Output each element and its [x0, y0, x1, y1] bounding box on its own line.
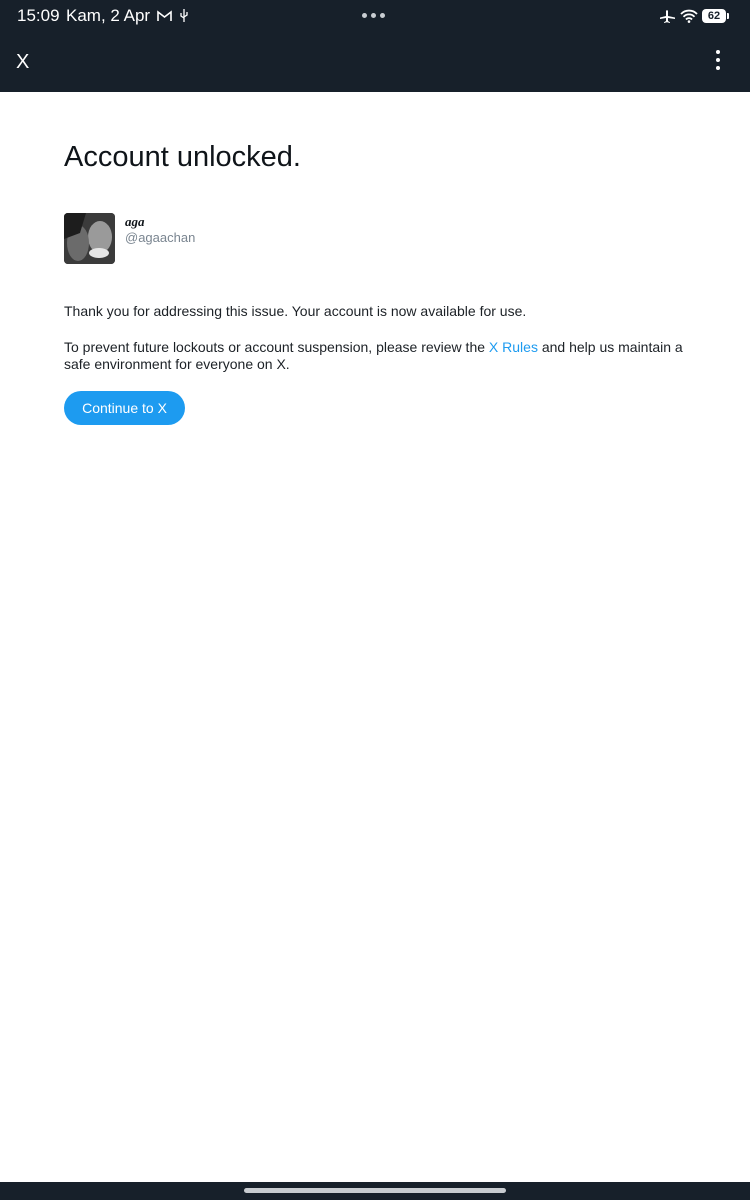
status-time: 15:09	[17, 6, 60, 25]
rules-message-text-start: To prevent future lockouts or account su…	[64, 339, 489, 355]
more-dots-icon	[362, 13, 390, 19]
top-bar: 15:09 Kam, 2 Apr 62 X	[0, 0, 750, 92]
wifi-icon	[680, 9, 698, 28]
user-name: aga	[125, 214, 145, 229]
status-message: Thank you for addressing this issue. You…	[64, 303, 527, 319]
status-date: Kam, 2 Apr	[66, 6, 151, 25]
user-handle: @agaachan	[125, 230, 196, 245]
gmail-icon	[157, 9, 172, 27]
app-bar-title: X	[16, 51, 30, 73]
x-rules-link[interactable]: X Rules	[489, 339, 538, 355]
status-bar: 15:09 Kam, 2 Apr 62	[0, 0, 750, 34]
usb-icon	[179, 9, 189, 27]
more-vertical-icon[interactable]	[708, 50, 728, 76]
navigation-bar	[0, 1182, 750, 1200]
page-title: Account unlocked.	[64, 141, 301, 173]
battery-icon: 62	[702, 9, 729, 23]
continue-button[interactable]: Continue to X	[64, 391, 185, 425]
airplane-mode-icon	[659, 9, 676, 29]
avatar	[64, 213, 115, 264]
rules-message: To prevent future lockouts or account su…	[64, 339, 684, 373]
home-gesture-handle[interactable]	[244, 1188, 506, 1193]
